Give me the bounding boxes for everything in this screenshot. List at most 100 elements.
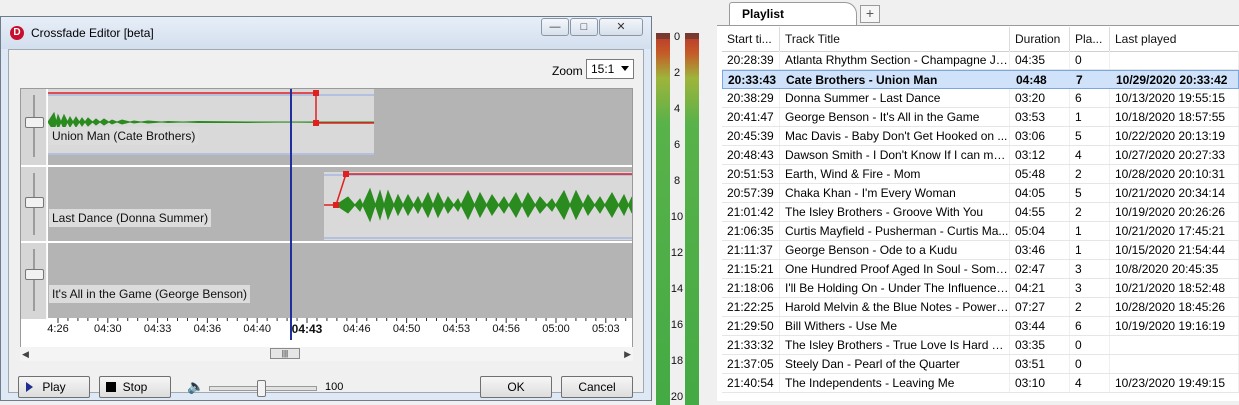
cell-duration: 04:35 [1010, 51, 1070, 69]
table-row[interactable]: 21:40:54 The Independents - Leaving Me 03:… [722, 374, 1239, 393]
timeline-tick-label: 04:30 [94, 323, 122, 335]
column-plays[interactable]: Pla... [1070, 27, 1110, 51]
cell-title: Chaka Khan - I'm Every Woman [780, 184, 1010, 202]
cell-start: 21:40:54 [722, 374, 780, 392]
close-button[interactable]: ✕ [599, 18, 643, 36]
table-row[interactable]: 21:33:32 The Isley Brothers - True Love I… [722, 336, 1239, 355]
window-title: Crossfade Editor [beta] [31, 26, 154, 40]
cell-duration: 07:27 [1010, 298, 1070, 316]
cell-duration: 03:12 [1010, 146, 1070, 164]
playhead-cursor[interactable] [290, 89, 292, 340]
volume-slider-handle[interactable] [257, 380, 266, 397]
column-duration[interactable]: Duration [1010, 27, 1070, 51]
cell-title: Dawson Smith - I Don't Know If I can ma.… [780, 146, 1010, 164]
track-volume-fader[interactable] [21, 243, 47, 319]
window-titlebar[interactable]: D Crossfade Editor [beta] — □ ✕ [1, 17, 651, 49]
playlist-panel: Playlist + Start ti... Track Title Durat… [717, 0, 1239, 401]
cell-start: 21:37:05 [722, 355, 780, 373]
fader-handle[interactable] [25, 117, 44, 128]
column-track-title[interactable]: Track Title [780, 27, 1010, 51]
vu-scale-label: 2 [673, 67, 681, 79]
cell-title: Harold Melvin & the Blue Notes - Power .… [780, 298, 1010, 316]
cell-duration: 03:35 [1010, 336, 1070, 354]
scrollbar-thumb[interactable]: ||| [270, 348, 300, 359]
cell-last [1110, 336, 1239, 354]
cell-last: 10/15/2020 21:54:44 [1110, 241, 1239, 259]
vu-meter-right-channel [685, 33, 699, 405]
fader-handle[interactable] [25, 197, 44, 208]
vu-scale-label: 4 [673, 103, 681, 115]
track-volume-fader[interactable] [21, 167, 47, 243]
cell-title: Curtis Mayfield - Pusherman - Curtis Ma.… [780, 222, 1010, 240]
cell-start: 20:45:39 [722, 127, 780, 145]
table-row[interactable]: 20:41:47 George Benson - It's All in the … [722, 108, 1239, 127]
table-row[interactable]: 21:01:42 The Isley Brothers - Groove With… [722, 203, 1239, 222]
waveform-area[interactable]: Union Man (Cate Brothers) [48, 89, 632, 165]
timeline-tick-label: 04:56 [492, 323, 520, 335]
table-row[interactable]: 21:11:37 George Benson - Ode to a Kudu 03:… [722, 241, 1239, 260]
cell-start: 21:06:35 [722, 222, 780, 240]
table-row[interactable]: 20:48:43 Dawson Smith - I Don't Know If I… [722, 146, 1239, 165]
timeline-tick-label: 04:33 [143, 323, 172, 335]
vu-meter: 0 2 4 6 8 10 12 14 16 18 20 [653, 25, 715, 405]
table-row[interactable]: 21:18:06 I'll Be Holding On - Under The I… [722, 279, 1239, 298]
track-volume-fader[interactable] [21, 89, 47, 165]
vu-scale-label: 18 [670, 355, 684, 367]
stop-button[interactable]: Stop [99, 376, 171, 398]
timeline-tick-label: 04:50 [392, 323, 421, 335]
cancel-button[interactable]: Cancel [561, 376, 633, 398]
waveform-area[interactable]: It's All in the Game (George Benson) [48, 243, 632, 319]
vu-meter-unlit [656, 33, 670, 39]
cell-last: 10/21/2020 20:34:14 [1110, 184, 1239, 202]
fader-handle[interactable] [25, 269, 44, 280]
column-start-time[interactable]: Start ti... [722, 27, 780, 51]
maximize-button[interactable]: □ [570, 18, 598, 36]
cell-start: 21:15:21 [722, 260, 780, 278]
horizontal-scrollbar[interactable]: ◀ ||| ▶ [20, 347, 633, 361]
cell-start: 21:22:25 [722, 298, 780, 316]
ok-button[interactable]: OK [480, 376, 552, 398]
table-row[interactable]: 20:45:39 Mac Davis - Baby Don't Get Hooke… [722, 127, 1239, 146]
table-row[interactable]: 21:37:05 Steely Dan - Pearl of the Quarte… [722, 355, 1239, 374]
timeline-ruler[interactable]: 4:26 04:30 04:33 04:36 04:40 04:43 04:46 04:50 0… [47, 318, 632, 340]
minimize-button[interactable]: — [541, 18, 569, 36]
cell-duration: 04:05 [1010, 184, 1070, 202]
cell-start: 21:11:37 [722, 241, 780, 259]
column-last-played[interactable]: Last played [1110, 27, 1239, 51]
track-label: It's All in the Game (George Benson) [49, 285, 251, 303]
timeline-tick-label: 04:53 [442, 323, 471, 335]
table-row[interactable]: 21:15:21 One Hundred Proof Aged In Soul -… [722, 260, 1239, 279]
zoom-label: Zoom [552, 64, 583, 78]
cell-last: 10/19/2020 19:16:19 [1110, 317, 1239, 335]
cell-title: Atlanta Rhythm Section - Champagne Ja... [780, 51, 1010, 69]
chevron-down-icon [621, 66, 629, 71]
waveform-area[interactable]: Last Dance (Donna Summer) [48, 167, 632, 243]
table-row[interactable]: 21:29:50 Bill Withers - Use Me 03:44 6 10/19… [722, 317, 1239, 336]
table-row[interactable]: 20:51:53 Earth, Wind & Fire - Mom 05:48 2 10… [722, 165, 1239, 184]
cell-plays: 4 [1070, 374, 1110, 392]
cell-start: 20:51:53 [722, 165, 780, 183]
cell-last: 10/21/2020 18:52:48 [1110, 279, 1239, 297]
table-row[interactable]: 21:22:25 Harold Melvin & the Blue Notes -… [722, 298, 1239, 317]
table-row-selected[interactable]: 20:33:43 Cate Brothers - Union Man 04:48 7 1… [722, 70, 1239, 89]
playlist-header: Start ti... Track Title Duration Pla... … [722, 27, 1239, 52]
table-row[interactable]: 20:38:29 Donna Summer - Last Dance 03:20 6 1… [722, 89, 1239, 108]
table-row[interactable]: 20:57:39 Chaka Khan - I'm Every Woman 04:0… [722, 184, 1239, 203]
cell-duration: 04:21 [1010, 279, 1070, 297]
cell-title: I'll Be Holding On - Under The Influence… [780, 279, 1010, 297]
table-row[interactable]: 20:28:39 Atlanta Rhythm Section - Champag… [722, 51, 1239, 70]
cell-title: The Independents - Leaving Me [780, 374, 1010, 392]
fader-rail [33, 249, 35, 311]
cell-plays: 6 [1070, 317, 1110, 335]
speaker-icon[interactable]: 🔈 [187, 378, 204, 395]
scroll-right-icon[interactable]: ▶ [624, 349, 631, 360]
cell-last: 10/27/2020 20:27:33 [1110, 146, 1239, 164]
add-tab-icon[interactable]: + [860, 5, 880, 23]
play-icon [26, 382, 33, 392]
cell-plays: 0 [1070, 355, 1110, 373]
scroll-left-icon[interactable]: ◀ [22, 349, 29, 360]
tab-playlist[interactable]: Playlist [729, 2, 857, 25]
zoom-select[interactable]: 15:1 [586, 59, 634, 79]
play-button[interactable]: Play [18, 376, 90, 398]
table-row[interactable]: 21:06:35 Curtis Mayfield - Pusherman - Cu… [722, 222, 1239, 241]
